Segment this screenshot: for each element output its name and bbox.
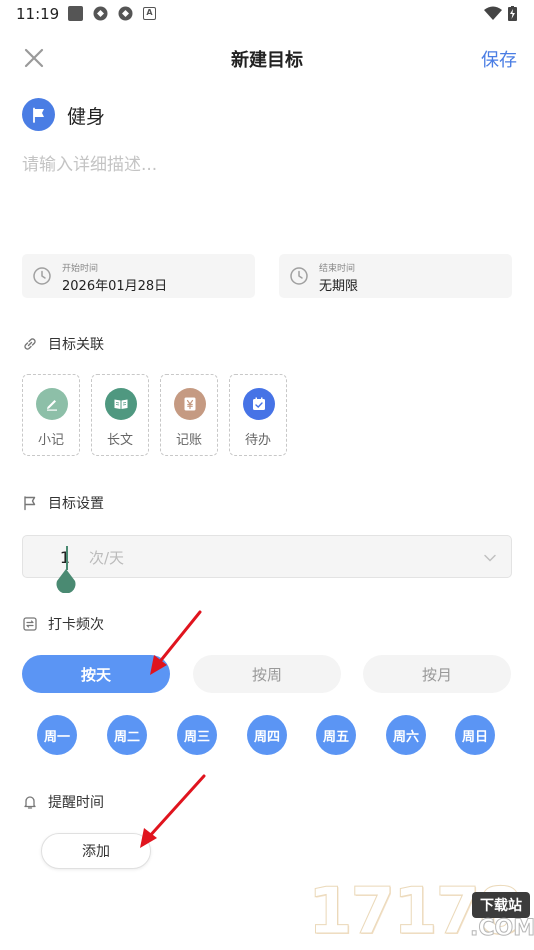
day-thursday[interactable]: 周四 <box>247 715 287 755</box>
day-monday[interactable]: 周一 <box>37 715 77 755</box>
add-reminder-button[interactable]: 添加 <box>41 833 151 869</box>
link-circle-ledger <box>174 388 206 420</box>
start-date-value: 2026年01月28日 <box>62 279 168 294</box>
frequency-monthly-button[interactable]: 按月 <box>363 655 511 693</box>
frequency-weekly-button[interactable]: 按周 <box>193 655 341 693</box>
yen-icon <box>184 397 196 411</box>
keyboard-badge-icon: A <box>143 7 156 20</box>
count-selector[interactable]: 次/天 <box>22 535 512 578</box>
description-input[interactable] <box>22 150 512 240</box>
start-date-label: 开始时间 <box>62 264 99 274</box>
end-date-value: 无期限 <box>319 279 359 294</box>
day-wednesday[interactable]: 周三 <box>177 715 217 755</box>
link-card-article[interactable]: 长文 <box>91 374 149 456</box>
bell-icon <box>24 796 36 809</box>
goal-settings-section-title: 目标设置 <box>22 493 104 513</box>
sync-notification-icon <box>93 6 108 21</box>
link-label-ledger: 记账 <box>175 433 202 448</box>
frequency-label: 打卡频次 <box>48 617 104 633</box>
link-circle-article <box>105 388 137 420</box>
app-notification-icon <box>68 6 83 21</box>
count-unit: 次/天 <box>89 549 125 567</box>
day-tuesday[interactable]: 周二 <box>107 715 147 755</box>
text-cursor <box>66 546 68 570</box>
chevron-down-icon[interactable] <box>483 551 497 565</box>
count-input[interactable] <box>53 545 77 569</box>
sync-notification-icon-2 <box>118 6 133 21</box>
link-card-todo[interactable]: 待办 <box>229 374 287 456</box>
page-title: 新建目标 <box>231 50 303 71</box>
battery-icon <box>508 6 517 21</box>
start-date-picker[interactable]: 开始时间 2026年01月28日 <box>22 254 255 298</box>
flag-icon <box>32 107 44 123</box>
goal-flag-button[interactable] <box>22 98 55 131</box>
link-label-note: 小记 <box>37 433 64 448</box>
day-saturday[interactable]: 周六 <box>386 715 426 755</box>
frequency-section-title: 打卡频次 <box>22 614 104 634</box>
header: 新建目标 保存 <box>0 36 534 80</box>
pencil-icon <box>47 400 57 411</box>
link-label-article: 长文 <box>106 433 133 448</box>
repeat-icon <box>23 617 37 631</box>
reminder-section-title: 提醒时间 <box>22 792 104 812</box>
end-date-picker[interactable]: 结束时间 无期限 <box>279 254 512 298</box>
text-cursor-handle[interactable] <box>54 569 78 593</box>
reminder-label: 提醒时间 <box>48 795 104 811</box>
link-icon <box>24 338 36 350</box>
annotation-arrow-add <box>140 774 206 848</box>
day-friday[interactable]: 周五 <box>316 715 356 755</box>
clock-icon <box>33 267 51 285</box>
links-section-title: 目标关联 <box>22 334 104 354</box>
clock-icon <box>290 267 308 285</box>
link-circle-note <box>36 388 68 420</box>
day-sunday[interactable]: 周日 <box>455 715 495 755</box>
link-card-note[interactable]: 小记 <box>22 374 80 456</box>
link-label-todo: 待办 <box>244 433 271 448</box>
goal-settings-label: 目标设置 <box>48 496 104 512</box>
save-button[interactable]: 保存 <box>481 46 517 72</box>
calendar-check-icon <box>253 397 265 410</box>
links-section-label: 目标关联 <box>48 337 104 353</box>
watermark-tag: 下载站 <box>472 892 530 918</box>
frequency-daily-button[interactable]: 按天 <box>22 655 170 693</box>
status-bar: 11:19 A <box>0 0 534 28</box>
link-circle-todo <box>243 388 275 420</box>
end-date-label: 结束时间 <box>319 264 356 274</box>
status-time: 11:19 <box>16 5 60 23</box>
flag-outline-icon <box>24 496 36 511</box>
book-icon <box>114 399 128 409</box>
watermark-suffix: .COM <box>469 916 534 941</box>
goal-name[interactable]: 健身 <box>67 102 105 129</box>
wifi-icon <box>484 6 502 20</box>
link-card-ledger[interactable]: 记账 <box>160 374 218 456</box>
